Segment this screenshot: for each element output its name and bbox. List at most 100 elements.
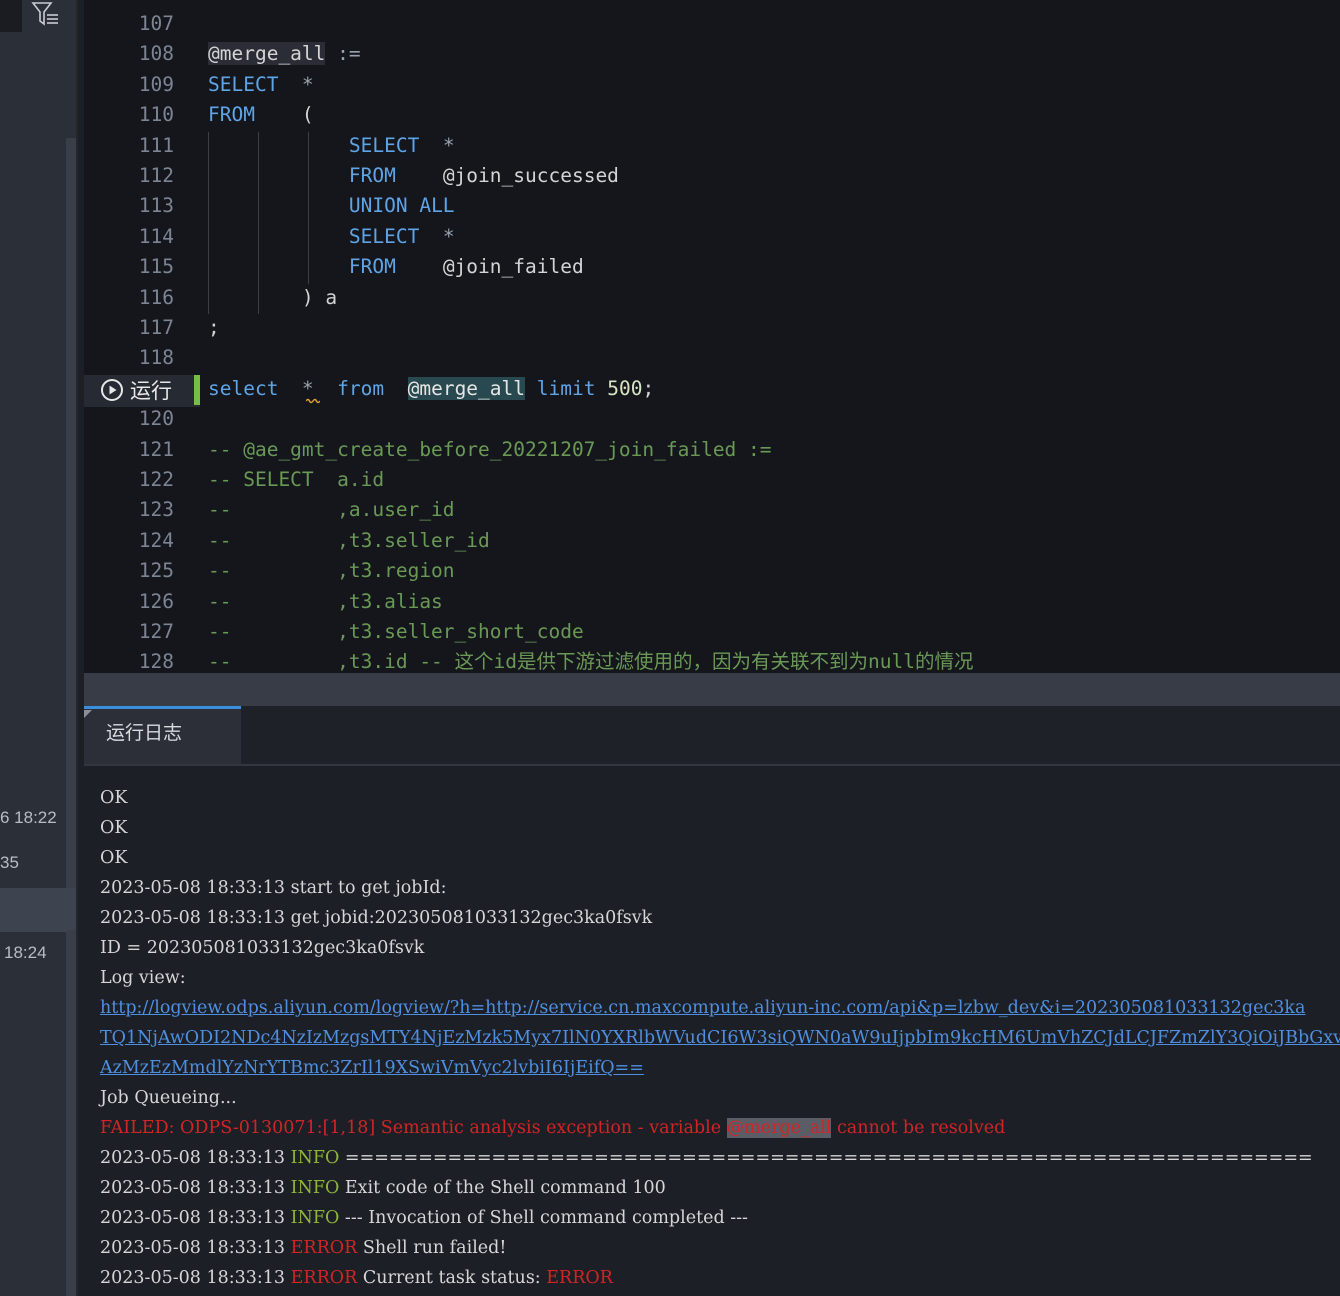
code-token: * xyxy=(278,72,314,96)
code-text: SELECT * xyxy=(208,70,314,100)
log-text: ========================================… xyxy=(339,1148,1313,1168)
code-line[interactable]: 107 xyxy=(84,9,1340,39)
line-number: 110 xyxy=(138,103,174,127)
log-text: 2023-05-08 18:33:13 xyxy=(100,1238,291,1258)
code-token: ; xyxy=(208,316,220,339)
code-token: @join_failed xyxy=(395,255,584,279)
play-circle-icon xyxy=(101,379,123,401)
code-line[interactable]: 114 SELECT * xyxy=(84,222,1340,252)
line-number: 109 xyxy=(138,72,174,96)
log-text: Job Queueing... xyxy=(100,1088,237,1108)
log-text: @merge_all xyxy=(726,1118,832,1138)
sidebar-scrollbar[interactable] xyxy=(66,138,76,888)
log-line: 2023-05-08 18:33:13 ERROR Current task s… xyxy=(100,1263,613,1293)
code-line[interactable]: 116 ) a xyxy=(84,283,1340,313)
line-number: 108 xyxy=(138,42,174,66)
code-text: -- ,t3.seller_id xyxy=(208,526,490,556)
code-line[interactable]: 112 FROM @join_successed xyxy=(84,161,1340,191)
code-text: -- ,a.user_id xyxy=(208,495,455,525)
code-line[interactable]: 111 SELECT * xyxy=(84,131,1340,161)
code-line[interactable]: 115 FROM @join_failed xyxy=(84,252,1340,282)
tab-corner-mark xyxy=(84,710,92,718)
code-token: ( xyxy=(254,103,314,127)
line-number: 120 xyxy=(138,407,174,431)
log-text: 2023-05-08 18:33:13 start to get jobId: xyxy=(100,878,447,898)
code-text: FROM ( xyxy=(208,100,314,130)
code-line[interactable]: 122 -- SELECT a.id xyxy=(84,465,1340,495)
code-token: select xyxy=(208,376,279,400)
sidebar-collapsed-tab[interactable] xyxy=(0,0,22,32)
log-text: ID = 202305081033132gec3ka0fsvk xyxy=(100,938,425,958)
code-token: * xyxy=(419,133,455,157)
code-token: SELECT xyxy=(348,133,420,157)
code-token: -- @ae_gmt_create_before_20221207_join_f… xyxy=(208,437,772,461)
code-token: := xyxy=(325,42,361,66)
log-text: cannot be resolved xyxy=(831,1118,1006,1138)
log-text: INFO xyxy=(290,1178,340,1198)
code-line[interactable]: 117; xyxy=(84,313,1340,343)
log-text: ERROR xyxy=(290,1268,358,1288)
log-line: Job Queueing... xyxy=(100,1083,237,1113)
code-token: -- ,a.user_id xyxy=(208,498,455,522)
line-number: 118 xyxy=(138,346,174,370)
code-token: -- ,t3.id -- 这个id是供下游过滤使用的，因为有关联不到为null的… xyxy=(208,650,974,673)
log-line: TQ1NjAwODI2NDc4NzIzMzgsMTY4NjEzMzk5Myx7I… xyxy=(100,1023,1340,1053)
logview-link[interactable]: AzMzEzMmdlYzNrYTBmc3ZrIl19XSwiVmVyc2lvbi… xyxy=(100,1058,644,1078)
log-text: Current task status: xyxy=(357,1268,547,1288)
code-line[interactable]: 110 FROM ( xyxy=(84,100,1340,130)
code-line[interactable]: 128 -- ,t3.id -- 这个id是供下游过滤使用的，因为有关联不到为nu… xyxy=(84,647,1340,673)
code-text: -- ,t3.id -- 这个id是供下游过滤使用的，因为有关联不到为null的… xyxy=(208,647,973,673)
code-token: * xyxy=(278,376,338,400)
code-token: -- ,t3.seller_short_code xyxy=(208,620,584,643)
code-line[interactable]: 127 -- ,t3.seller_short_code xyxy=(84,617,1340,647)
code-token: @merge_all xyxy=(208,42,326,66)
log-text: 2023-05-08 18:33:13 xyxy=(100,1208,291,1228)
log-text: Shell run failed! xyxy=(357,1238,507,1258)
code-token: limit xyxy=(536,376,596,400)
line-number: 123 xyxy=(138,498,174,522)
log-line: 2023-05-08 18:33:13 INFO --- Invocation … xyxy=(100,1203,748,1233)
code-text: select * from @merge_all limit 500; xyxy=(208,374,654,404)
sidebar-timestamp: 18:24 xyxy=(4,943,47,962)
line-number: 124 xyxy=(138,528,174,552)
code-line[interactable]: 125 -- ,t3.region xyxy=(84,556,1340,586)
logview-link[interactable]: http://logview.odps.aliyun.com/logview/?… xyxy=(100,998,1305,1018)
code-line[interactable]: 109 SELECT * xyxy=(84,70,1340,100)
line-number: 116 xyxy=(138,285,174,309)
log-line: 2023-05-08 18:33:13 get jobid:2023050810… xyxy=(100,903,652,933)
code-token: 500 xyxy=(595,376,643,400)
code-line[interactable]: 124 -- ,t3.seller_id xyxy=(84,526,1340,556)
line-number: 128 xyxy=(138,650,174,673)
code-line[interactable]: 118 xyxy=(84,343,1340,373)
line-number: 111 xyxy=(138,133,174,157)
log-text: FAILED: ODPS-0130071:[1,18] Semantic ana… xyxy=(100,1118,727,1138)
log-text: ERROR xyxy=(290,1238,358,1258)
code-text: ; xyxy=(208,313,220,343)
log-line: Log view: xyxy=(100,963,186,993)
code-line[interactable]: select * from @merge_all limit 500; xyxy=(84,374,1340,404)
logview-link[interactable]: TQ1NjAwODI2NDc4NzIzMzgsMTY4NjEzMzk5Myx7I… xyxy=(100,1028,1340,1048)
log-text: OK xyxy=(100,818,128,838)
panel-splitter[interactable] xyxy=(84,673,1340,706)
code-line[interactable]: 126 -- ,t3.alias xyxy=(84,587,1340,617)
code-line[interactable]: 121 -- @ae_gmt_create_before_20221207_joi… xyxy=(84,435,1340,465)
run-button[interactable]: 运行 xyxy=(100,375,180,405)
code-token: FROM xyxy=(348,164,396,187)
filter-icon[interactable] xyxy=(30,0,60,30)
current-statement-marker xyxy=(194,375,200,405)
sidebar-selected-item[interactable] xyxy=(0,888,78,932)
tab-run-log[interactable]: 运行日志 xyxy=(84,706,241,764)
code-line[interactable]: 120 xyxy=(84,404,1340,434)
code-text: -- ,t3.alias xyxy=(208,587,443,617)
code-line[interactable]: 113 UNION ALL xyxy=(84,191,1340,221)
log-line: 2023-05-08 18:33:13 ERROR Shell run fail… xyxy=(100,1233,506,1263)
code-line[interactable]: 123 -- ,a.user_id xyxy=(84,495,1340,525)
sql-editor[interactable]: 107 108 @merge_all := 109 SELECT * 110 FROM (1… xyxy=(84,0,1340,673)
sidebar-scrollbar-lower[interactable] xyxy=(66,930,76,1296)
code-line[interactable]: 108 @merge_all := xyxy=(84,39,1340,69)
log-line: AzMzEzMmdlYzNrYTBmc3ZrIl19XSwiVmVyc2lvbi… xyxy=(100,1053,644,1083)
